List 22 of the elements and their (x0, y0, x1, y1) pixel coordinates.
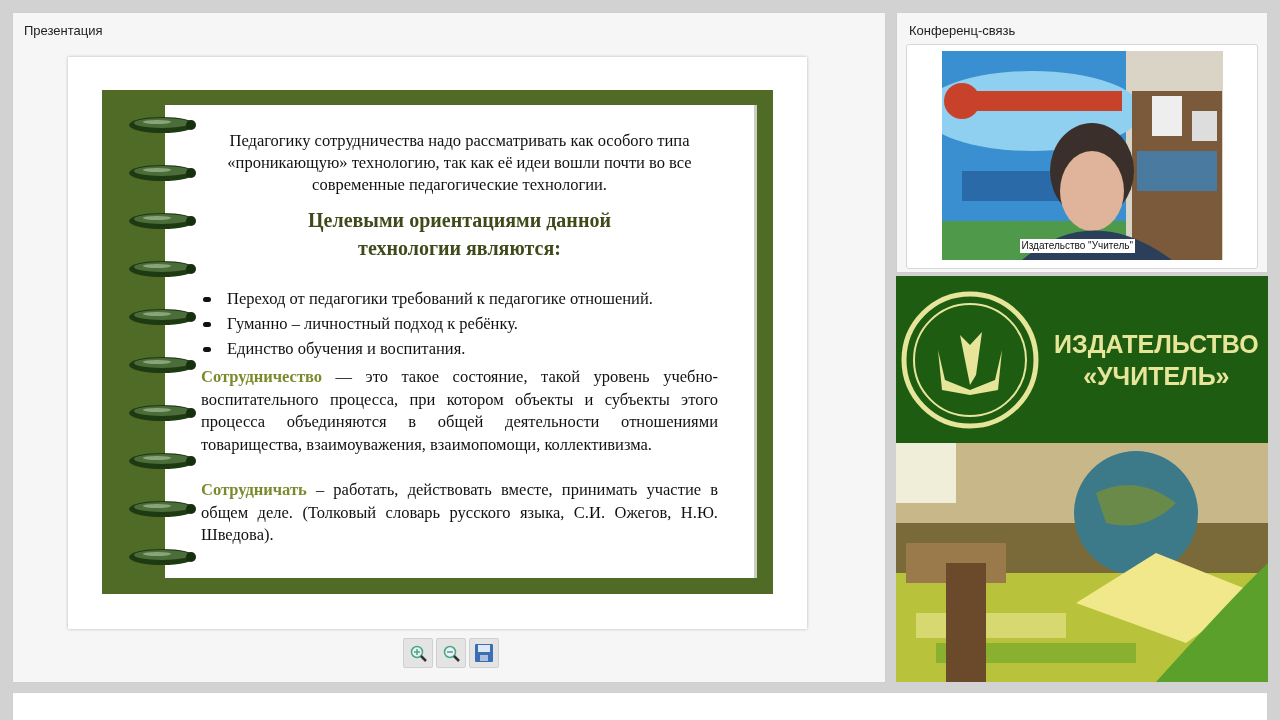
save-icon (474, 643, 494, 663)
video-caption: Издательство "Учитель" (1019, 239, 1136, 253)
slide-intro: Педагогику сотрудничества надо рассматривать как особого типа «проникающую» технологию, так как её идеи вошли почти во все современные педагогические технологии. (226, 130, 693, 196)
slide-paragraph: Сотрудничать – работать, действовать вместе, принимать участие в общем деле. (Толковый словарь русского языка, С.И. Ожегов, Н.Ю. Шведова). (201, 479, 718, 546)
bullet-text: Переход от педагогики требований к педагогике отношений. (227, 288, 653, 310)
zoom-out-button[interactable] (436, 638, 466, 668)
zoom-in-button[interactable] (403, 638, 433, 668)
panel-title: Презентация (23, 22, 104, 40)
bullet-text: Единство обучения и воспитания. (227, 338, 466, 360)
bullet-icon (203, 297, 211, 302)
publisher-name: «УЧИТЕЛЬ» (1083, 360, 1230, 392)
logo-icon (900, 289, 1040, 430)
bullet-icon (203, 322, 211, 327)
save-button[interactable] (469, 638, 499, 668)
slide-heading: Целевыми ориентациями данной технологии являются: (307, 208, 612, 261)
bullet-icon (203, 347, 211, 352)
zoom-out-icon (441, 643, 461, 663)
zoom-in-icon (408, 643, 428, 663)
publisher-name: ИЗДАТЕЛЬСТВО (1054, 328, 1259, 360)
panel-title: Конференц-связь (908, 22, 1017, 40)
slide-paragraph: Сотрудничество — это такое состояние, такой уровень учебно-воспитательного процесса, при котором объекты и субъекты этого процесса объединяются в общей деятельности отношениями товарищества, взаимоуважения, взаимопомощи, коллективизма. (201, 366, 718, 456)
bullet-text: Гуманно – личностный подход к ребёнку. (227, 313, 518, 335)
